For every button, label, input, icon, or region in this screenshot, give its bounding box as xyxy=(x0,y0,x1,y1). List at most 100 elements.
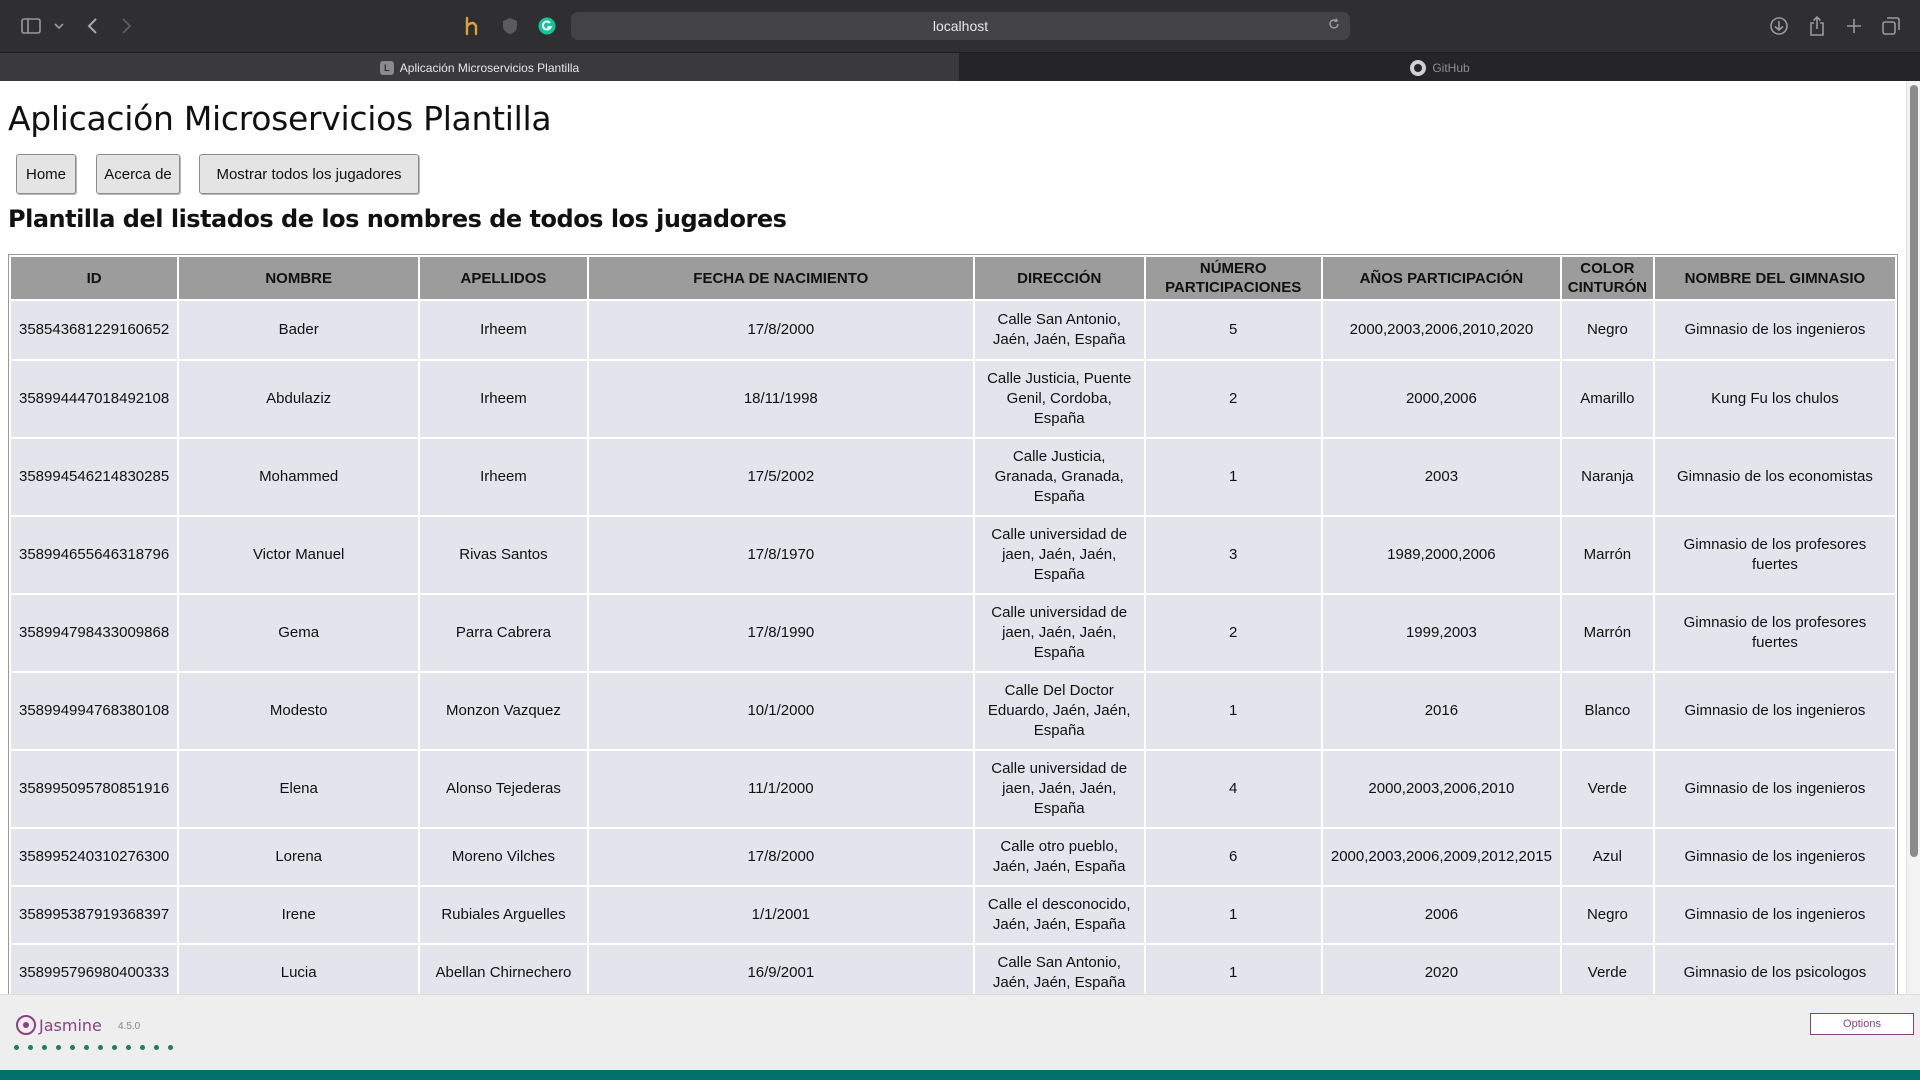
home-button[interactable]: Home xyxy=(16,154,76,194)
cell-nombre: Abdulaziz xyxy=(179,361,419,437)
url-text: localhost xyxy=(932,18,989,34)
cell-direccion: Calle universidad de jaen, Jaén, Jaén, E… xyxy=(974,595,1144,671)
cell-direccion: Calle universidad de jaen, Jaén, Jaén, E… xyxy=(974,751,1144,827)
spec-dot[interactable] xyxy=(56,1045,61,1050)
sidebar-icon[interactable] xyxy=(20,14,42,38)
spec-dot[interactable] xyxy=(154,1045,159,1050)
cell-id: 358994798433009868 xyxy=(11,595,178,671)
cell-fecha: 18/11/1998 xyxy=(588,361,973,437)
tab-overview-icon[interactable] xyxy=(1880,14,1902,38)
table-row: 358995240310276300 Lorena Moreno Vilches… xyxy=(11,829,1895,885)
address-bar[interactable]: localhost xyxy=(571,12,1350,40)
shield-icon[interactable] xyxy=(500,14,520,38)
header-nombre[interactable]: Nombre xyxy=(179,257,419,299)
cell-fecha: 17/8/2000 xyxy=(588,829,973,885)
spec-dot[interactable] xyxy=(28,1045,33,1050)
cell-fecha: 17/8/1970 xyxy=(588,517,973,593)
players-table-wrapper: ID Nombre Apellidos Fecha de nacimiento … xyxy=(8,254,1898,994)
cell-gimnasio: Gimnasio de los ingenieros xyxy=(1654,673,1895,749)
spec-dot[interactable] xyxy=(84,1045,89,1050)
tab-app[interactable]: L Aplicación Microservicios Plantilla xyxy=(0,53,959,82)
favicon-icon: L xyxy=(379,60,394,75)
spec-dot[interactable] xyxy=(112,1045,117,1050)
cell-fecha: 17/5/2002 xyxy=(588,439,973,515)
header-anos-participacion[interactable]: Años participación xyxy=(1322,257,1560,299)
forward-icon[interactable] xyxy=(118,14,136,38)
cell-nombre: Victor Manuel xyxy=(179,517,419,593)
options-button[interactable]: Options xyxy=(1810,1013,1914,1035)
vertical-scrollbar[interactable] xyxy=(1906,81,1920,994)
new-tab-icon[interactable] xyxy=(1843,14,1865,38)
header-nombre-gimnasio[interactable]: Nombre del gimnasio xyxy=(1654,257,1895,299)
cell-id: 358995796980400333 xyxy=(11,945,178,994)
header-color-cinturon[interactable]: Color cinturón xyxy=(1561,257,1653,299)
spec-dot[interactable] xyxy=(168,1045,173,1050)
cell-gimnasio: Gimnasio de los economistas xyxy=(1654,439,1895,515)
browser-chrome: localhost L Aplicación Microservicios Pl… xyxy=(0,0,1920,82)
cell-gimnasio: Gimnasio de los ingenieros xyxy=(1654,301,1895,359)
cell-direccion: Calle San Antonio, Jaén, Jaén, España xyxy=(974,301,1144,359)
cell-apellidos: Irheem xyxy=(420,301,587,359)
spec-dot[interactable] xyxy=(98,1045,103,1050)
cell-anos: 2020 xyxy=(1322,945,1560,994)
extension-icon[interactable] xyxy=(462,14,482,38)
cell-participaciones: 5 xyxy=(1145,301,1321,359)
cell-participaciones: 6 xyxy=(1145,829,1321,885)
cell-id: 358994447018492108 xyxy=(11,361,178,437)
show-all-players-button[interactable]: Mostrar todos los jugadores xyxy=(199,154,419,194)
cell-gimnasio: Gimnasio de los profesores fuertes xyxy=(1654,517,1895,593)
reload-icon[interactable] xyxy=(1328,17,1340,33)
spec-dot[interactable] xyxy=(14,1045,19,1050)
cell-id: 358995387919368397 xyxy=(11,887,178,943)
jasmine-summary-bar xyxy=(0,1070,1920,1080)
table-row: 358994994768380108 Modesto Monzon Vazque… xyxy=(11,673,1895,749)
table-row: 358994798433009868 Gema Parra Cabrera 17… xyxy=(11,595,1895,671)
cell-nombre: Irene xyxy=(179,887,419,943)
spec-dot[interactable] xyxy=(140,1045,145,1050)
cell-id: 358995240310276300 xyxy=(11,829,178,885)
spec-dot[interactable] xyxy=(42,1045,47,1050)
tab-label: Aplicación Microservicios Plantilla xyxy=(399,60,580,75)
cell-apellidos: Irheem xyxy=(420,439,587,515)
header-direccion[interactable]: Dirección xyxy=(974,257,1144,299)
about-button[interactable]: Acerca de xyxy=(96,154,180,194)
cell-fecha: 16/9/2001 xyxy=(588,945,973,994)
scrollbar-thumb[interactable] xyxy=(1910,85,1918,857)
back-icon[interactable] xyxy=(83,14,101,38)
share-icon[interactable] xyxy=(1806,14,1828,38)
cell-anos: 2016 xyxy=(1322,673,1560,749)
cell-nombre: Modesto xyxy=(179,673,419,749)
cell-participaciones: 3 xyxy=(1145,517,1321,593)
cell-apellidos: Rubiales Arguelles xyxy=(420,887,587,943)
header-id[interactable]: ID xyxy=(11,257,178,299)
jasmine-name: Jasmine xyxy=(39,1015,102,1035)
cell-participaciones: 2 xyxy=(1145,595,1321,671)
cell-participaciones: 2 xyxy=(1145,361,1321,437)
cell-direccion: Calle el desconocido, Jaén, Jaén, España xyxy=(974,887,1144,943)
tab-github[interactable]: GitHub xyxy=(960,53,1920,82)
cell-nombre: Elena xyxy=(179,751,419,827)
grammarly-icon[interactable] xyxy=(537,14,557,38)
cell-nombre: Lucia xyxy=(179,945,419,994)
cell-direccion: Calle Justicia, Puente Genil, Cordoba, E… xyxy=(974,361,1144,437)
cell-cinturon: Marrón xyxy=(1561,595,1653,671)
cell-apellidos: Abellan Chirnechero xyxy=(420,945,587,994)
cell-id: 358995095780851916 xyxy=(11,751,178,827)
cell-anos: 1989,2000,2006 xyxy=(1322,517,1560,593)
cell-nombre: Mohammed xyxy=(179,439,419,515)
header-fecha-nacimiento[interactable]: Fecha de nacimiento xyxy=(588,257,973,299)
chevron-down-icon[interactable] xyxy=(52,14,66,38)
header-apellidos[interactable]: Apellidos xyxy=(420,257,587,299)
cell-direccion: Calle Justicia, Granada, Granada, España xyxy=(974,439,1144,515)
cell-anos: 2006 xyxy=(1322,887,1560,943)
spec-dot[interactable] xyxy=(70,1045,75,1050)
spec-dot[interactable] xyxy=(126,1045,131,1050)
cell-anos: 1999,2003 xyxy=(1322,595,1560,671)
header-numero-participaciones[interactable]: Número participaciones xyxy=(1145,257,1321,299)
cell-direccion: Calle otro pueblo, Jaén, Jaén, España xyxy=(974,829,1144,885)
cell-nombre: Gema xyxy=(179,595,419,671)
jasmine-version: 4.5.0 xyxy=(118,1021,141,1032)
download-icon[interactable] xyxy=(1768,14,1790,38)
page-viewport: Aplicación Microservicios Plantilla Home… xyxy=(0,81,1906,994)
cell-anos: 2000,2003,2006,2009,2012,2015 xyxy=(1322,829,1560,885)
